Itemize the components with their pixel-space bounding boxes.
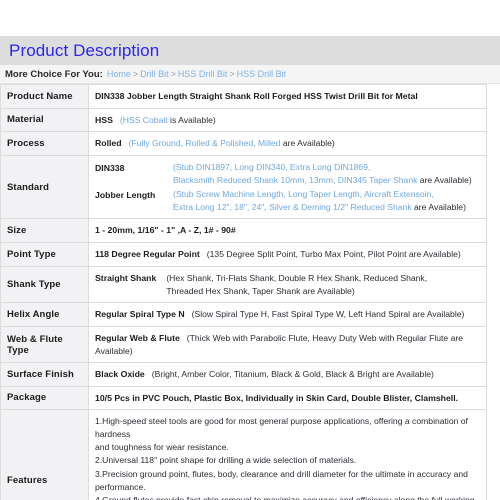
point-type-main: 118 Degree Regular Point xyxy=(95,249,200,259)
shank-type-options-line2: Threaded Hex Shank, Taper Shank are Avai… xyxy=(166,285,355,296)
row-value-surface-finish: Black Oxide (Bright, Amber Color, Titaniu… xyxy=(88,362,487,387)
row-value-size: 1 - 20mm, 1/16" - 1" ,A - Z, 1# - 90# xyxy=(88,218,487,243)
standard-din338-tail: are Available) xyxy=(417,174,472,185)
breadcrumb-trail: Home > Drill Bit > HSS Drill Bit > HSS Drill B… xyxy=(107,69,286,79)
feature-line: 4.Ground flutes provide fast chip remova… xyxy=(95,494,475,500)
product-name-text: DIN338 Jobber Length Straight Shank Roll… xyxy=(95,91,418,101)
process-alternative-link[interactable]: Fully Ground, Rolled & Polished, Milled xyxy=(131,138,280,148)
breadcrumb-item-home[interactable]: Home xyxy=(107,69,131,79)
breadcrumb-colon: : xyxy=(99,68,103,80)
web-flute-main: Regular Web & Flute xyxy=(95,333,180,343)
standard-din338-line1[interactable]: (Stub DIN1897, Long DIN340, Extra Long D… xyxy=(173,162,370,172)
table-row: Product Name DIN338 Jobber Length Straig… xyxy=(0,84,487,109)
row-key-process: Process xyxy=(0,131,89,156)
breadcrumb-item-drill-bit[interactable]: Drill Bit xyxy=(140,69,169,79)
size-text: 1 - 20mm, 1/16" - 1" ,A - Z, 1# - 90# xyxy=(95,225,236,236)
helix-angle-main: Regular Spiral Type N xyxy=(95,309,185,320)
shank-type-main: Straight Shank xyxy=(95,272,157,283)
row-key-surface-finish: Surface Finish xyxy=(0,362,89,387)
table-row: Standard DIN338 (Stub DIN1897, Long DIN3… xyxy=(0,154,487,220)
table-row: Helix Angle Regular Spiral Type N (Slow S… xyxy=(0,302,487,327)
top-spacer xyxy=(0,0,500,36)
row-key-package: Package xyxy=(0,385,89,411)
standard-value-jobber-length: (Stub Screw Machine Length, Long Taper L… xyxy=(173,188,480,214)
breadcrumb-separator: > xyxy=(132,69,139,79)
surface-finish-main: Black Oxide xyxy=(95,369,145,380)
breadcrumb-item-hss-drill-bit-2[interactable]: HSS Drill Bit xyxy=(237,69,287,79)
shank-type-options-line1: (Hex Shank, Tri-Flats Shank, Double R He… xyxy=(166,272,428,283)
row-value-standard: DIN338 (Stub DIN1897, Long DIN340, Extra… xyxy=(88,154,487,220)
row-key-standard: Standard xyxy=(0,154,89,220)
row-value-point-type: 118 Degree Regular Point (135 Degree Spli… xyxy=(88,242,487,267)
table-row: Shank Type Straight Shank (Hex Shank, Tr… xyxy=(0,265,487,304)
product-description-page: Product Description More Choice For You:… xyxy=(0,0,500,500)
feature-line: and toughness for wear resistance. xyxy=(95,442,229,453)
process-main: Rolled xyxy=(95,138,122,149)
section-title-band: Product Description xyxy=(0,36,500,65)
page-title: Product Description xyxy=(9,41,160,60)
standard-jobber-line1[interactable]: (Stub Screw Machine Length, Long Taper L… xyxy=(173,189,434,199)
standard-jobber-line2[interactable]: Extra Long 12", 18", 24", Silver & Demin… xyxy=(173,202,412,212)
standard-din338-line2[interactable]: Blacksmith Reduced Shank 10mm, 13mm, DIN… xyxy=(173,175,417,185)
row-key-material: Material xyxy=(0,107,89,133)
row-key-shank-type: Shank Type xyxy=(0,265,89,304)
standard-label-jobber-length: Jobber Length xyxy=(95,189,156,200)
row-key-size: Size xyxy=(0,218,89,243)
row-value-material: HSS (HSS Cobalt is Available) xyxy=(88,107,487,133)
standard-grid: DIN338 (Stub DIN1897, Long DIN340, Extra… xyxy=(95,161,480,214)
feature-line: 2.Universal 118" point shape for drillin… xyxy=(95,455,357,466)
row-value-process: Rolled (Fully Ground, Rolled & Polished, … xyxy=(88,131,487,156)
row-key-product-name: Product Name xyxy=(0,84,89,109)
breadcrumb: More Choice For You: Home > Drill Bit > HSS … xyxy=(0,65,500,84)
surface-finish-options: (Bright, Amber Color, Titanium, Black & … xyxy=(151,369,434,380)
feature-line: 1.High-speed steel tools are good for mo… xyxy=(95,416,468,440)
table-row: Package 10/5 Pcs in PVC Pouch, Plastic B… xyxy=(0,385,487,411)
standard-label-din338: DIN338 xyxy=(95,162,125,173)
material-main: HSS xyxy=(95,114,113,125)
package-text: 10/5 Pcs in PVC Pouch, Plastic Box, Indi… xyxy=(95,392,459,403)
breadcrumb-item-hss-drill-bit[interactable]: HSS Drill Bit xyxy=(178,69,228,79)
row-value-web-flute-type: Regular Web & Flute (Thick Web with Parab… xyxy=(88,325,487,364)
table-row: Size 1 - 20mm, 1/16" - 1" ,A - Z, 1# - 9… xyxy=(0,218,487,243)
table-row: Features 1.High-speed steel tools are go… xyxy=(0,409,487,500)
breadcrumb-separator: > xyxy=(170,69,176,79)
breadcrumb-label: More Choice For You xyxy=(5,68,100,80)
row-value-product-name: DIN338 Jobber Length Straight Shank Roll… xyxy=(88,84,487,109)
table-row: Point Type 118 Degree Regular Point (135 … xyxy=(0,242,487,267)
helix-angle-options: (Slow Spiral Type H, Fast Spiral Type W,… xyxy=(191,309,465,320)
row-key-features: Features xyxy=(0,409,89,500)
row-value-shank-type: Straight Shank (Hex Shank, Tri-Flats Sha… xyxy=(88,265,487,304)
row-value-features: 1.High-speed steel tools are good for mo… xyxy=(88,409,487,500)
standard-value-din338: (Stub DIN1897, Long DIN340, Extra Long D… xyxy=(173,161,480,187)
spec-table: Product Name DIN338 Jobber Length Straig… xyxy=(0,84,487,500)
table-row: Surface Finish Black Oxide (Bright, Amber… xyxy=(0,362,487,387)
table-row: Web & Flute Type Regular Web & Flute (Thi… xyxy=(0,325,487,364)
table-row: Process Rolled (Fully Ground, Rolled & Po… xyxy=(0,131,487,156)
row-key-helix-angle: Helix Angle xyxy=(0,302,89,327)
material-tail: is Available) xyxy=(167,114,216,125)
row-value-package: 10/5 Pcs in PVC Pouch, Plastic Box, Indi… xyxy=(88,385,487,411)
breadcrumb-separator: > xyxy=(229,69,235,79)
standard-jobber-tail: are Available) xyxy=(411,201,466,212)
point-type-options: (135 Degree Split Point, Turbo Max Point… xyxy=(206,249,461,259)
row-value-helix-angle: Regular Spiral Type N (Slow Spiral Type H… xyxy=(88,302,487,327)
row-key-web-flute-type: Web & Flute Type xyxy=(0,325,89,364)
process-tail: are Available) xyxy=(280,138,335,149)
table-row: Material HSS (HSS Cobalt is Available) xyxy=(0,107,487,133)
row-key-point-type: Point Type xyxy=(0,242,89,267)
shank-type-options: (Hex Shank, Tri-Flats Shank, Double R He… xyxy=(156,272,427,298)
shank-type-wrap: Straight Shank (Hex Shank, Tri-Flats Sha… xyxy=(95,272,480,298)
material-alternative-link[interactable]: HSS Cobalt xyxy=(123,115,168,125)
feature-line: 3.Precision ground point, flutes, body, … xyxy=(95,468,468,492)
